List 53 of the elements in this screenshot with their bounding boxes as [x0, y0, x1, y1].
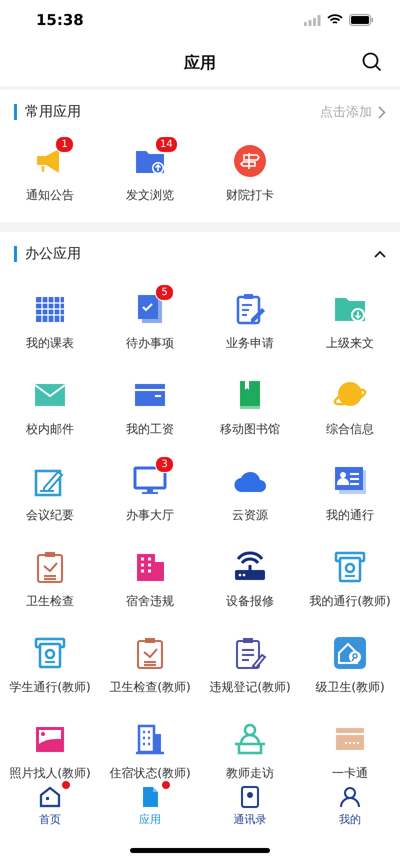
tab[interactable]: 首页 — [0, 785, 100, 835]
tab[interactable]: 通讯录 — [200, 785, 300, 835]
app-tile[interactable]: 校内邮件 — [0, 368, 100, 438]
app-tile[interactable]: 我的课表 — [0, 282, 100, 352]
chevron-up-icon[interactable] — [374, 250, 386, 258]
app-tile[interactable]: 宿舍违规 — [100, 540, 200, 610]
app-tile[interactable]: 财院打卡 — [200, 134, 300, 204]
wifi-icon — [327, 14, 343, 26]
app-tile[interactable]: 综合信息 — [300, 368, 400, 438]
pass-card-icon — [333, 550, 367, 584]
app-tile[interactable]: 5 待办事项 — [100, 282, 200, 352]
app-tile[interactable]: 3 办事大厅 — [100, 454, 200, 524]
chevron-right-icon — [378, 106, 386, 118]
app-tile[interactable]: 业务申请 — [200, 282, 300, 352]
battery-icon — [349, 14, 374, 26]
clipboard-pen-icon — [233, 636, 267, 670]
app-tile[interactable]: 违规登记(教师) — [200, 626, 300, 696]
app-tile[interactable]: 级卫生(教师) — [300, 626, 400, 696]
app-tile[interactable]: 学生通行(教师) — [0, 626, 100, 696]
person-desk-icon — [233, 722, 267, 756]
app-tile[interactable]: 住宿状态(教师) — [100, 712, 200, 779]
app-tile[interactable]: 14 发文浏览 — [100, 134, 200, 204]
app-tile[interactable]: 我的通行(教师) — [300, 540, 400, 610]
building-icon — [133, 722, 167, 756]
search-icon[interactable] — [362, 52, 382, 72]
count-badge: 3 — [155, 456, 174, 473]
section-title: 办公应用 — [25, 245, 82, 263]
signal-icon — [304, 14, 321, 26]
app-tile[interactable]: 上级来文 — [300, 282, 400, 352]
contacts-icon — [238, 785, 262, 809]
app-tile[interactable]: 会议纪要 — [0, 454, 100, 524]
app-tile[interactable]: 我的通行 — [300, 454, 400, 524]
pass-card-icon — [33, 636, 67, 670]
app-tile[interactable]: 卫生检查(教师) — [100, 626, 200, 696]
status-time: 15:38 — [36, 11, 84, 29]
app-tile[interactable]: 云资源 — [200, 454, 300, 524]
signpost-icon — [233, 144, 267, 178]
house-icon — [38, 785, 62, 809]
app-tile[interactable]: 卫生检查 — [0, 540, 100, 610]
count-badge: 5 — [155, 284, 174, 301]
house-key-icon — [333, 636, 367, 670]
app-tile[interactable]: 1 通知公告 — [0, 134, 100, 204]
section-title: 常用应用 — [25, 103, 82, 121]
app-tile[interactable]: 我的工资 — [100, 368, 200, 438]
app-tile[interactable]: 设备报修 — [200, 540, 300, 610]
tab[interactable]: 我的 — [300, 785, 400, 835]
count-badge: 14 — [155, 136, 178, 153]
app-tile[interactable]: 移动图书馆 — [200, 368, 300, 438]
person-icon — [338, 785, 362, 809]
page-title: 应用 — [184, 52, 216, 74]
app-tile[interactable]: 一卡通 — [300, 712, 400, 779]
app-tile[interactable]: 教师走访 — [200, 712, 300, 779]
count-badge: 1 — [55, 136, 74, 153]
